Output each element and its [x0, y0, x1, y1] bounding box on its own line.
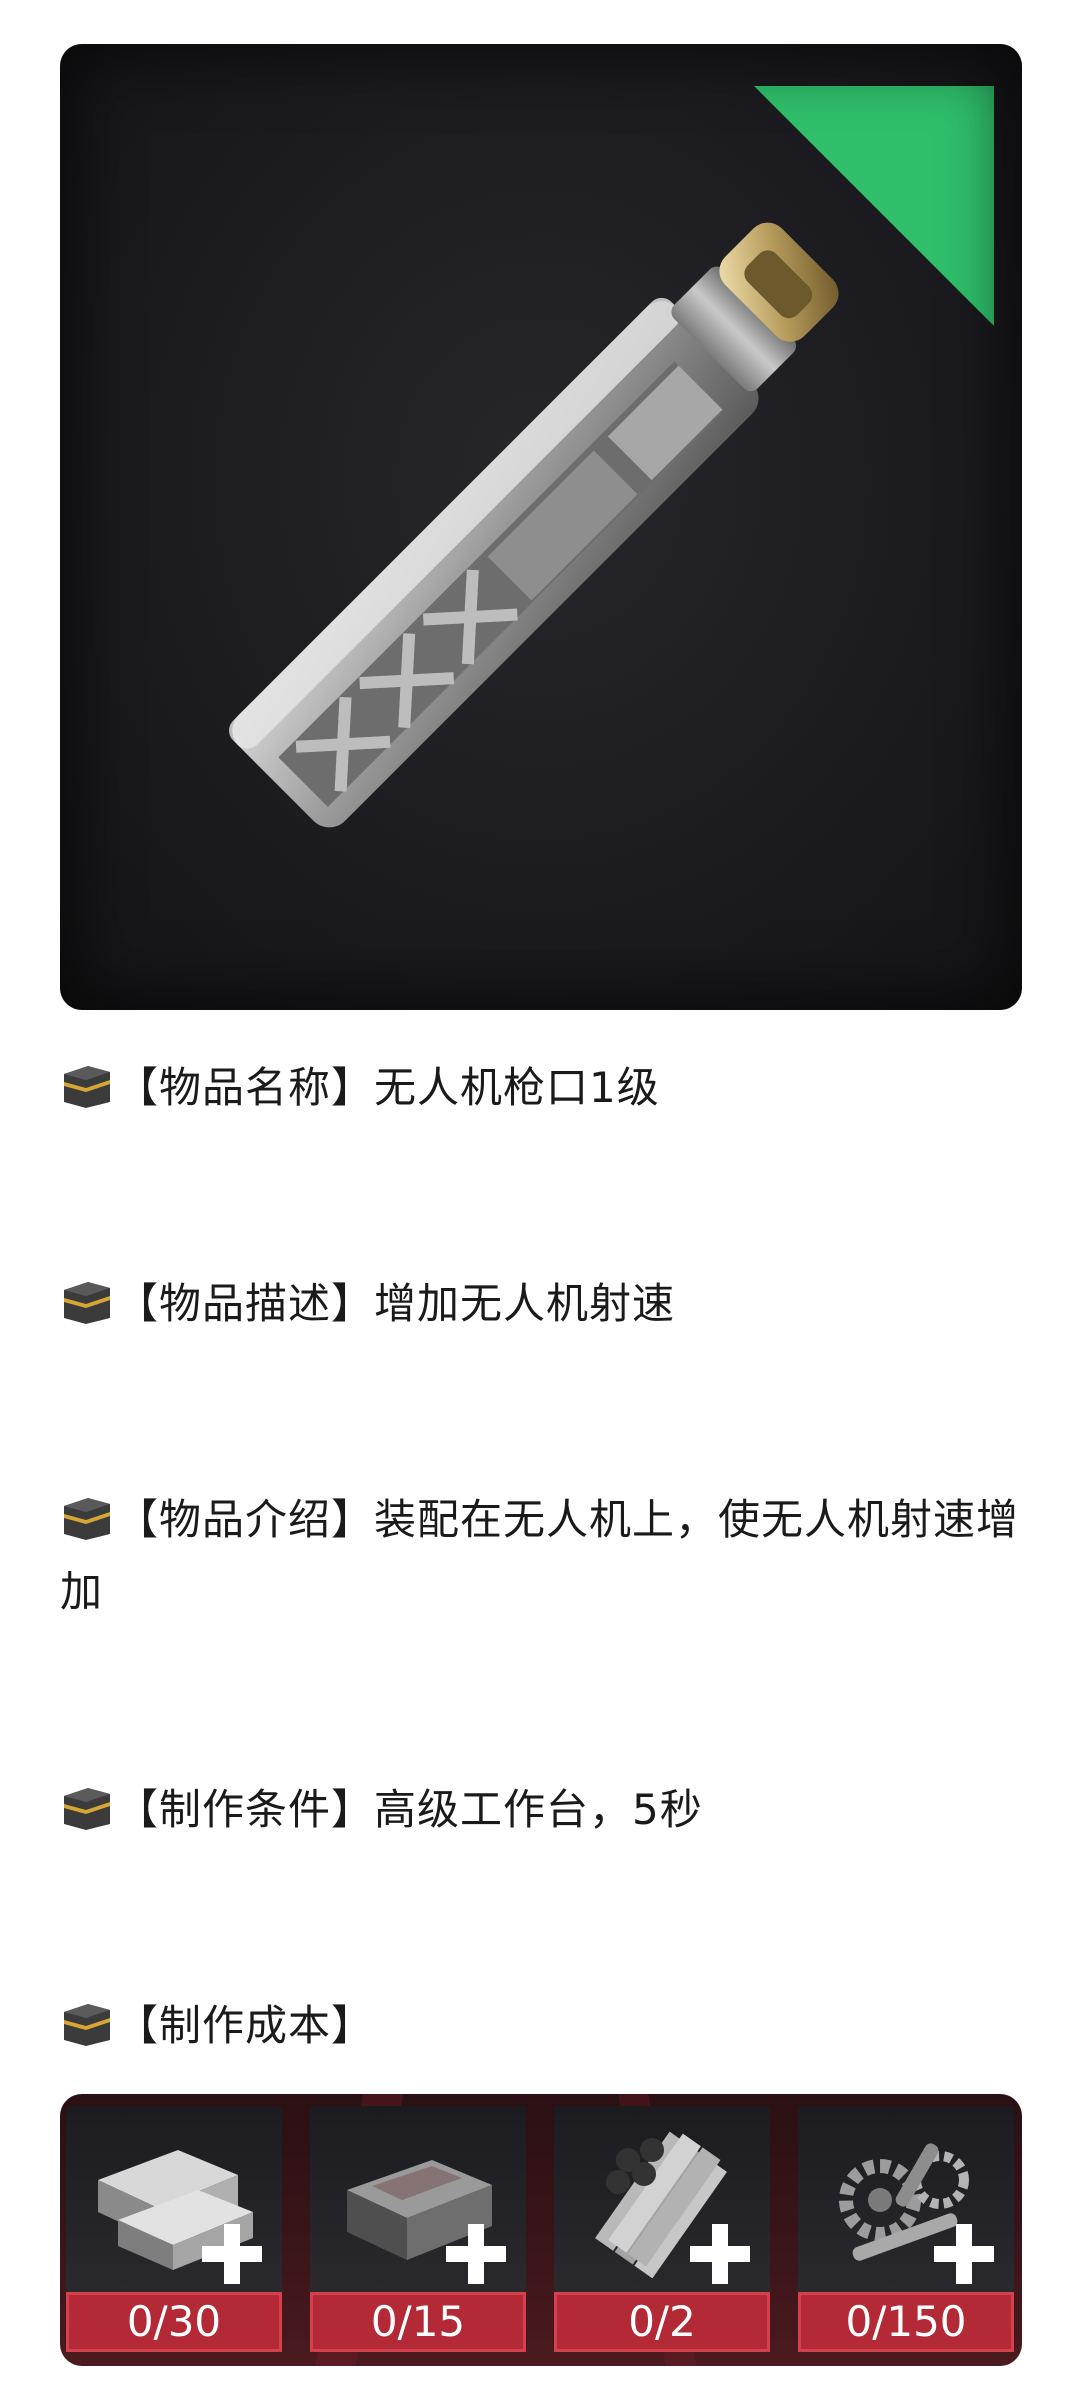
cost-slot-pipe-bundle[interactable]: 0/2: [554, 2106, 770, 2352]
image-vignette: [60, 44, 1022, 1010]
craft-cost-tag: 【制作成本】: [116, 2001, 375, 2050]
cost-count: 0/15: [310, 2292, 526, 2352]
item-name-value: 无人机枪口1级: [374, 1063, 660, 1112]
kaaba-emoji-icon: [64, 1498, 110, 1540]
craft-condition-value: 高级工作台，5秒: [374, 1785, 703, 1834]
item-intro-row: 【物品介绍】装配在无人机上，使无人机射速增加: [60, 1484, 1022, 1628]
item-name-row: 【物品名称】无人机枪口1级: [60, 1052, 1022, 1124]
item-intro-tag: 【物品介绍】: [116, 1495, 375, 1544]
item-detail-page: 【物品名称】无人机枪口1级 【物品描述】增加无人机射速 【物品介绍】装配在无人机…: [0, 0, 1080, 2397]
cost-slot-steel-block[interactable]: 0/15: [310, 2106, 526, 2352]
kaaba-emoji-icon: [64, 1066, 110, 1108]
add-icon: [446, 2224, 506, 2284]
item-image-card: [60, 44, 1022, 1010]
cost-count: 0/2: [554, 2292, 770, 2352]
craft-cost-panel: 0/30 0/15 0/2 0/150: [60, 2094, 1022, 2366]
kaaba-emoji-icon: [64, 2004, 110, 2046]
kaaba-emoji-icon: [64, 1788, 110, 1830]
item-desc-row: 【物品描述】增加无人机射速: [60, 1268, 1022, 1340]
craft-condition-row: 【制作条件】高级工作台，5秒: [60, 1774, 1022, 1846]
cost-slot-gear-parts[interactable]: 0/150: [798, 2106, 1014, 2352]
add-icon: [690, 2224, 750, 2284]
cost-slot-metal-ingot[interactable]: 0/30: [66, 2106, 282, 2352]
item-desc-value: 增加无人机射速: [374, 1279, 676, 1328]
add-icon: [202, 2224, 262, 2284]
craft-cost-row: 【制作成本】: [60, 1990, 1022, 2062]
kaaba-emoji-icon: [64, 1282, 110, 1324]
add-icon: [934, 2224, 994, 2284]
item-name-tag: 【物品名称】: [116, 1063, 375, 1112]
item-desc-tag: 【物品描述】: [116, 1279, 375, 1328]
craft-condition-tag: 【制作条件】: [116, 1785, 375, 1834]
cost-count: 0/30: [66, 2292, 282, 2352]
cost-count: 0/150: [798, 2292, 1014, 2352]
